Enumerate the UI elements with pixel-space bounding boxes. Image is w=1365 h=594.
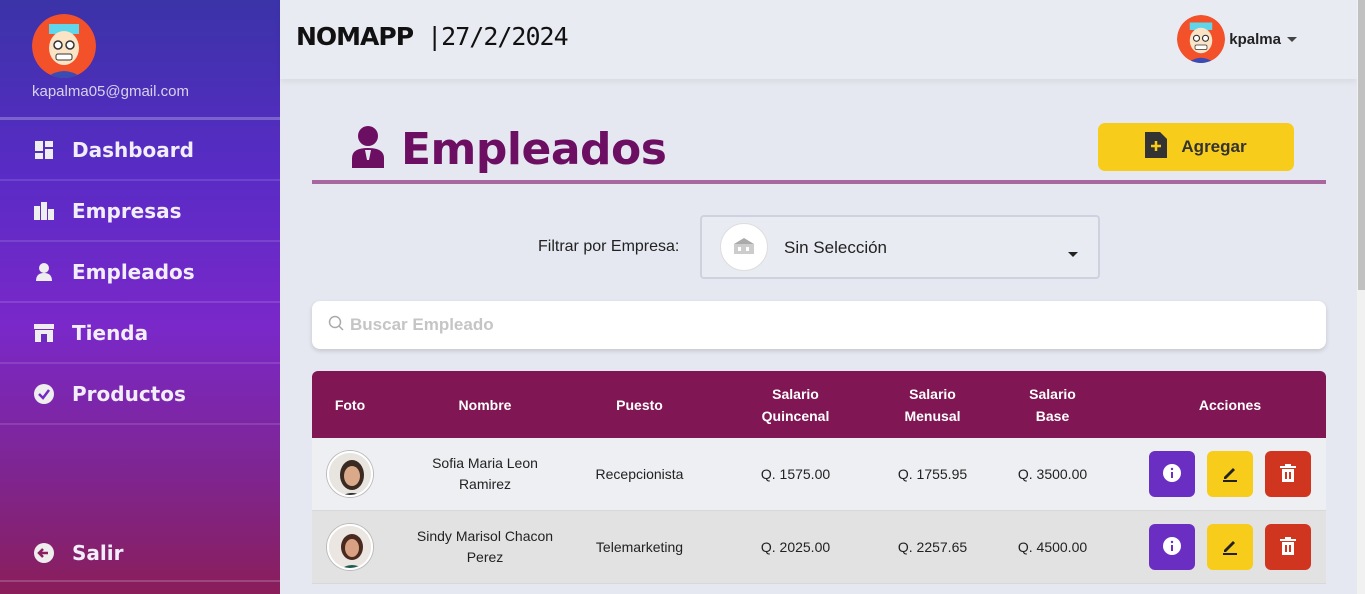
user-menu[interactable]: kpalma bbox=[1177, 15, 1297, 63]
logout-label: Salir bbox=[72, 541, 124, 565]
chevron-down-icon bbox=[1287, 30, 1297, 48]
photo-cell bbox=[312, 524, 388, 570]
edit-button[interactable] bbox=[1207, 451, 1253, 497]
name-line: Perez bbox=[466, 549, 504, 565]
row-actions bbox=[1134, 524, 1326, 570]
employee-position: Recepcionista bbox=[595, 465, 684, 482]
brand-title: NOMAPP |27/2/2024 bbox=[296, 22, 569, 51]
employee-photo bbox=[327, 451, 373, 497]
delete-button[interactable] bbox=[1265, 451, 1311, 497]
sidebar-item-productos[interactable]: Productos bbox=[0, 364, 280, 425]
photo-cell bbox=[312, 451, 388, 497]
avatar bbox=[1177, 15, 1226, 63]
info-button[interactable] bbox=[1149, 524, 1195, 570]
person-icon bbox=[34, 262, 54, 282]
trash-icon bbox=[1280, 463, 1296, 485]
sidebar: kapalma05@gmail.com Dashboard Empresas E… bbox=[0, 0, 280, 594]
header-date: |27/2/2024 bbox=[427, 22, 569, 51]
salary-monthly: Q. 2257.65 bbox=[897, 538, 968, 555]
sidebar-item-tienda[interactable]: Tienda bbox=[0, 303, 280, 364]
brand-name: NOMAPP bbox=[296, 22, 414, 51]
employee-name: Sindy Marisol Chacon Perez bbox=[388, 526, 582, 568]
chevron-down-icon bbox=[1068, 245, 1078, 263]
buildings-icon bbox=[34, 201, 54, 221]
column-header-quincenal: Salario Quincenal bbox=[697, 383, 894, 427]
scrollbar-thumb[interactable] bbox=[1358, 0, 1365, 290]
header-line: Salario bbox=[772, 385, 819, 402]
header-line: Quincenal bbox=[761, 407, 830, 424]
store-icon bbox=[34, 323, 54, 343]
salary-base: Q. 4500.00 bbox=[1017, 538, 1088, 555]
header-line: Menusal bbox=[904, 407, 961, 424]
top-header: NOMAPP |27/2/2024 kpalma bbox=[280, 0, 1357, 79]
search-bar bbox=[312, 301, 1326, 349]
edit-button[interactable] bbox=[1207, 524, 1253, 570]
username: kpalma bbox=[1229, 30, 1281, 48]
sidebar-item-label: Empleados bbox=[72, 259, 195, 284]
avatar bbox=[32, 14, 96, 78]
column-header-foto: Foto bbox=[334, 396, 366, 413]
sidebar-item-label: Dashboard bbox=[72, 137, 194, 162]
sidebar-item-label: Tienda bbox=[72, 320, 149, 345]
sidebar-item-label: Empresas bbox=[72, 198, 182, 223]
page-title: Empleados bbox=[401, 124, 667, 175]
employee-name: Sofia Maria Leon Ramirez bbox=[388, 453, 582, 495]
info-button[interactable] bbox=[1149, 451, 1195, 497]
table-row: Sofia Maria Leon Ramirez Recepcionista Q.… bbox=[312, 438, 1326, 511]
company-logo-icon bbox=[720, 223, 768, 271]
header-line: Salario bbox=[909, 385, 956, 402]
salary-base: Q. 3500.00 bbox=[1017, 465, 1088, 482]
column-header-base: Salario Base bbox=[971, 383, 1134, 427]
column-header-mensual: Salario Menusal bbox=[894, 383, 971, 427]
sidebar-item-empresas[interactable]: Empresas bbox=[0, 181, 280, 242]
add-button-label: Agregar bbox=[1181, 137, 1247, 156]
name-line: Sindy Marisol Chacon bbox=[416, 528, 554, 544]
company-filter-select[interactable]: Sin Selección bbox=[700, 215, 1100, 279]
info-icon bbox=[1163, 463, 1181, 485]
header-line: Salario bbox=[1029, 385, 1076, 402]
search-input[interactable] bbox=[350, 315, 1250, 335]
search-icon bbox=[328, 315, 344, 336]
salary-biweekly: Q. 1575.00 bbox=[760, 465, 831, 482]
employees-table: Foto Nombre Puesto Salario Quincenal Sala… bbox=[312, 371, 1326, 584]
salary-biweekly: Q. 2025.00 bbox=[760, 538, 831, 555]
column-header-nombre: Nombre bbox=[458, 396, 512, 413]
delete-button[interactable] bbox=[1265, 524, 1311, 570]
salary-monthly: Q. 1755.95 bbox=[897, 465, 968, 482]
name-line: Sofia Maria Leon bbox=[432, 455, 538, 471]
sidebar-item-label: Productos bbox=[72, 381, 186, 406]
header-line: Base bbox=[1035, 407, 1070, 424]
user-email: kapalma05@gmail.com bbox=[32, 83, 189, 100]
dashboard-icon bbox=[34, 140, 54, 160]
pencil-icon bbox=[1221, 537, 1239, 558]
logout-button[interactable]: Salir bbox=[0, 512, 280, 594]
filter-label: Filtrar por Empresa: bbox=[538, 238, 680, 255]
add-file-icon bbox=[1145, 131, 1168, 163]
column-header-puesto: Puesto bbox=[616, 396, 663, 413]
person-icon bbox=[352, 126, 384, 173]
column-header-acciones: Acciones bbox=[1198, 396, 1262, 413]
employee-position: Telemarketing bbox=[595, 538, 684, 555]
filter-selected-value: Sin Selección bbox=[784, 238, 888, 257]
sidebar-item-empleados[interactable]: Empleados bbox=[0, 242, 280, 303]
pencil-icon bbox=[1221, 464, 1239, 485]
sidebar-item-dashboard[interactable]: Dashboard bbox=[0, 120, 280, 181]
table-header: Foto Nombre Puesto Salario Quincenal Sala… bbox=[312, 371, 1326, 438]
add-button[interactable]: Agregar bbox=[1098, 123, 1294, 171]
row-actions bbox=[1134, 451, 1326, 497]
info-icon bbox=[1163, 536, 1181, 558]
table-row: Sindy Marisol Chacon Perez Telemarketing … bbox=[312, 511, 1326, 584]
check-badge-icon bbox=[34, 383, 54, 404]
employee-photo bbox=[327, 524, 373, 570]
trash-icon bbox=[1280, 536, 1296, 558]
logout-icon bbox=[34, 543, 54, 563]
name-line: Ramirez bbox=[458, 476, 512, 492]
profile-section: kapalma05@gmail.com bbox=[0, 0, 280, 120]
